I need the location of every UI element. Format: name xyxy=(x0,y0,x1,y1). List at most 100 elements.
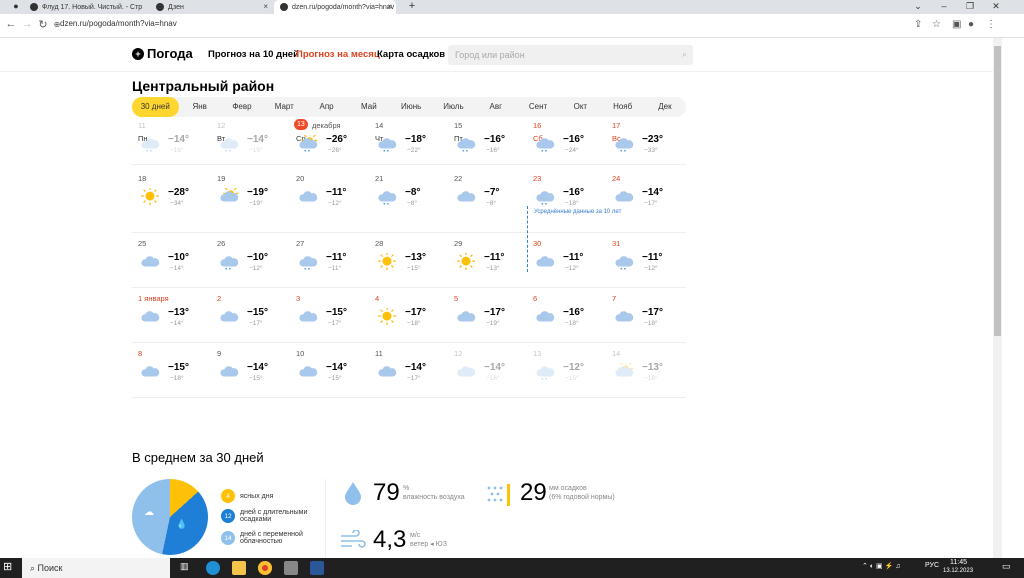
legend-label: дней с длительными осадками xyxy=(240,509,308,523)
day-cell[interactable]: 10 −14° −15° xyxy=(290,343,369,398)
month-tab[interactable]: Дек xyxy=(644,97,686,117)
month-tab[interactable]: Нояб xyxy=(601,97,643,117)
day-cell[interactable]: 4 −17° −18° xyxy=(369,288,448,343)
input-language[interactable]: РУС xyxy=(925,562,939,569)
close-window-icon[interactable]: ✕ xyxy=(984,0,1008,12)
month-tab[interactable]: Июнь xyxy=(390,97,432,117)
profile-icon[interactable]: ● xyxy=(968,19,974,30)
day-cell[interactable]: 2 −15° −17° xyxy=(211,288,290,343)
day-cell[interactable]: 17 −23° −33° xyxy=(606,115,685,165)
day-cell[interactable]: 19 −19° −19° xyxy=(211,168,290,233)
new-tab-button[interactable]: + xyxy=(400,0,424,12)
clock-time[interactable]: 11:45 xyxy=(950,559,967,566)
tab-search-icon[interactable]: ● xyxy=(4,0,28,12)
notifications-icon[interactable]: ▭ xyxy=(1002,561,1011,572)
url-field[interactable]: dzen.ru/pogoda/month?via=hnav xyxy=(60,19,177,28)
day-cell[interactable]: 18 −28° −34° xyxy=(132,168,211,233)
taskbar-search-input[interactable]: ⌕ Поиск xyxy=(22,558,170,578)
days-pie-chart: ☁ 💧 xyxy=(132,479,208,555)
day-cell[interactable]: 30 −11° −12° xyxy=(527,233,606,288)
month-tab[interactable]: Авг xyxy=(475,97,517,117)
day-cell[interactable]: 9 −14° −15° xyxy=(211,343,290,398)
clock-date[interactable]: 13.12.2023 xyxy=(943,568,973,574)
day-temp-high: −10° xyxy=(247,252,268,263)
day-cell[interactable]: 14 −18° −22° xyxy=(369,115,448,165)
nav-10-days[interactable]: Прогноз на 10 дней xyxy=(208,49,299,60)
month-tab[interactable]: Окт xyxy=(559,97,601,117)
edge-icon[interactable] xyxy=(206,561,220,575)
month-tab[interactable]: Май xyxy=(348,97,390,117)
day-cell[interactable]: 23 −16° −18° xyxy=(527,168,606,233)
menu-icon[interactable]: ⋮ xyxy=(986,19,996,30)
browser-tab[interactable]: Дзен × xyxy=(150,0,272,14)
maximize-icon[interactable]: ❐ xyxy=(958,0,982,12)
day-cell[interactable]: 25 −10° −14° xyxy=(132,233,211,288)
pogoda-logo[interactable]: + Погода xyxy=(132,46,193,61)
day-cell[interactable]: 20 −11° −12° xyxy=(290,168,369,233)
day-cell[interactable]: 11 −14° −16° xyxy=(132,115,211,165)
day-cell[interactable]: 26 −10° −12° xyxy=(211,233,290,288)
day-cell[interactable]: 8 −15° −18° xyxy=(132,343,211,398)
day-cell[interactable]: 12 −14° −15° xyxy=(211,115,290,165)
side-panel-icon[interactable]: ▣ xyxy=(952,19,961,30)
day-cell[interactable]: 27 −11° −11° xyxy=(290,233,369,288)
file-explorer-icon[interactable] xyxy=(232,561,246,575)
day-cell[interactable]: 1 января −13° −14° xyxy=(132,288,211,343)
day-temp-high: −12° xyxy=(563,362,584,373)
day-cell[interactable]: 14 −13° −16° xyxy=(606,343,685,398)
weather-cloud-icon xyxy=(141,311,160,322)
day-cell[interactable]: 15 −16° −16° xyxy=(448,115,527,165)
month-tab[interactable]: Июль xyxy=(432,97,474,117)
bookmark-star-icon[interactable]: ☆ xyxy=(932,19,941,30)
tab-title: Флуд 17. Новый. Чистый. - Стр xyxy=(42,3,143,11)
task-view-icon[interactable]: ▥ xyxy=(180,561,194,575)
day-cell[interactable]: 24 −14° −17° xyxy=(606,168,685,233)
month-tab[interactable]: Сент xyxy=(517,97,559,117)
day-cell[interactable]: 12 −14° −16° xyxy=(448,343,527,398)
back-icon[interactable]: ← xyxy=(4,18,18,30)
reload-icon[interactable]: ↻ xyxy=(36,18,50,31)
scrollbar-thumb[interactable] xyxy=(994,46,1001,336)
day-cell[interactable]: 5 −17° −19° xyxy=(448,288,527,343)
day-cell[interactable]: 3 −15° −17° xyxy=(290,288,369,343)
day-temp-high: −11° xyxy=(484,252,505,263)
day-cell[interactable]: 7 −17° −18° xyxy=(606,288,685,343)
day-cell[interactable]: 13 −12° −15° xyxy=(527,343,606,398)
nav-month[interactable]: Прогноз на месяц xyxy=(296,49,380,60)
day-number: 20 xyxy=(296,174,305,183)
month-tab[interactable]: Февр xyxy=(221,97,263,117)
minimize-icon[interactable]: – xyxy=(932,0,956,12)
day-cell[interactable]: 28 −13° −15° xyxy=(369,233,448,288)
page-scrollbar[interactable] xyxy=(993,38,1002,558)
tab-close-icon[interactable]: × xyxy=(387,2,392,11)
month-tab[interactable]: Март xyxy=(263,97,305,117)
month-tab[interactable]: Апр xyxy=(305,97,347,117)
nav-precip-map[interactable]: Карта осадков xyxy=(377,49,445,60)
weather-cloud-icon xyxy=(536,256,555,267)
forward-icon[interactable]: → xyxy=(20,18,34,30)
day-cell[interactable]: 21 −8° −8° xyxy=(369,168,448,233)
day-cell[interactable]: 13 декабря −26° −26° xyxy=(290,115,369,165)
search-input[interactable]: Город или район ⌕ xyxy=(448,45,693,65)
start-windows-icon[interactable]: ⊞ xyxy=(3,560,17,574)
day-temp-high: −14° xyxy=(247,362,268,373)
day-cell[interactable]: 29 −11° −13° xyxy=(448,233,527,288)
browser-tab-active[interactable]: dzen.ru/pogoda/month?via=hnav × xyxy=(274,0,396,14)
day-cell[interactable]: 31 −11° −12° xyxy=(606,233,685,288)
weather-snow-icon xyxy=(378,191,397,205)
month-tab[interactable]: Янв xyxy=(179,97,221,117)
share-icon[interactable]: ⇪ xyxy=(914,19,922,30)
day-cell[interactable]: 6 −16° −18° xyxy=(527,288,606,343)
night-temp-low: −22° xyxy=(407,147,421,154)
app-icon[interactable] xyxy=(284,561,298,575)
day-cell[interactable]: 16 −16° −24° xyxy=(527,115,606,165)
month-tab[interactable]: 30 дней xyxy=(132,97,179,117)
chrome-icon[interactable] xyxy=(258,561,272,575)
day-cell[interactable]: 11 −14° −17° xyxy=(369,343,448,398)
tab-close-icon[interactable]: × xyxy=(263,2,268,11)
tab-list-icon[interactable]: ⌄ xyxy=(906,0,930,12)
word-icon[interactable] xyxy=(310,561,324,575)
tray-icons[interactable]: ⌃ ◐ ▣ ⚡ ♫ xyxy=(862,562,900,570)
day-cell[interactable]: 22 −7° −8° xyxy=(448,168,527,233)
search-icon[interactable]: ⌕ xyxy=(682,49,687,60)
